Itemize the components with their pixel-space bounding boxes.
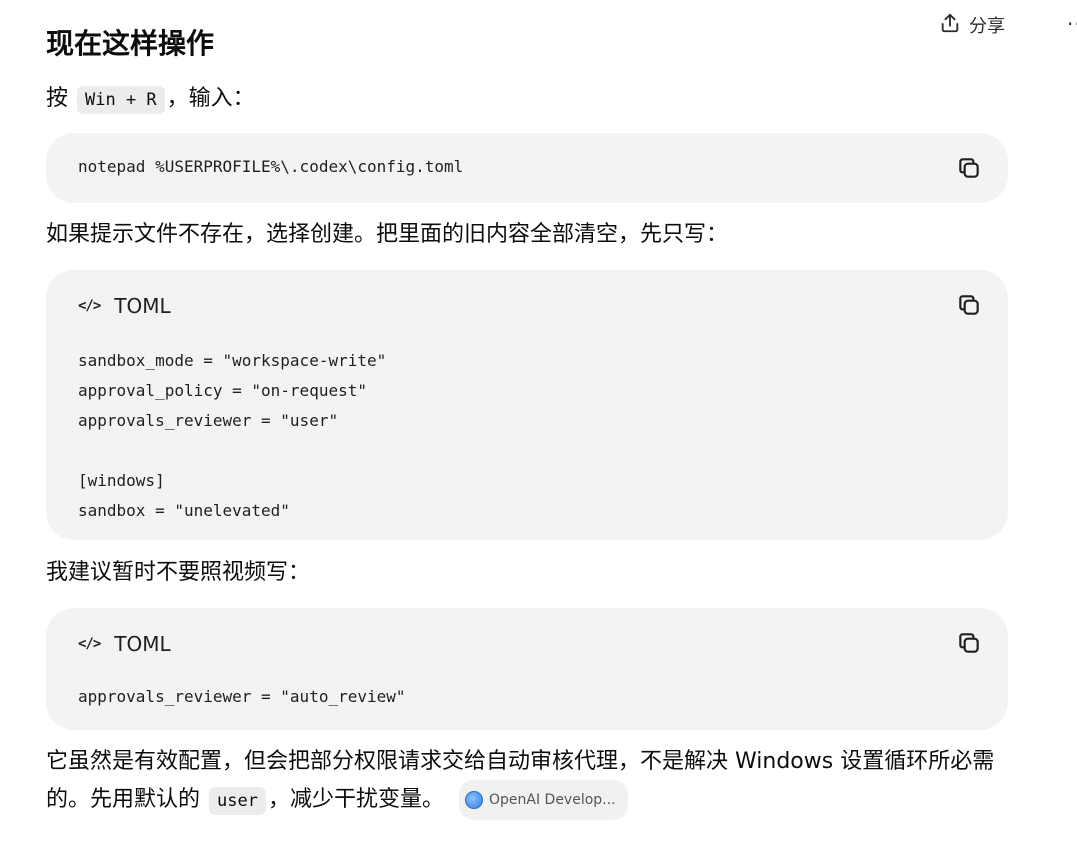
code-language-label: TOML: [114, 294, 171, 318]
code-line: [windows]: [78, 471, 165, 490]
code-line: sandbox_mode = "workspace-write": [78, 351, 387, 370]
step-2-text: 如果提示文件不存在，选择创建。把里面的旧内容全部清空，先只写：: [46, 222, 729, 247]
step-3-text: 我建议暂时不要照视频写：: [46, 560, 311, 585]
code-language-label: TOML: [114, 632, 171, 656]
shortcut-inline-code: Win + R: [77, 86, 165, 114]
code-language-header: </> TOML: [78, 632, 171, 656]
command-code-block: notepad %USERPROFILE%\.codex\config.toml: [46, 133, 1008, 203]
copy-icon[interactable]: [956, 292, 982, 318]
citation-chip[interactable]: OpenAI Develop...: [458, 780, 628, 820]
more-options-button[interactable]: ··: [1067, 12, 1077, 36]
code-line: approvals_reviewer = "auto_review": [78, 687, 406, 706]
copy-icon[interactable]: [956, 630, 982, 656]
citation-label: OpenAI Develop...: [488, 792, 616, 808]
copy-icon[interactable]: [956, 155, 982, 181]
code-language-header: </> TOML: [78, 294, 171, 318]
toml-code-block-2: </> TOML approvals_reviewer = "auto_revi…: [46, 608, 1008, 730]
code-line: approval_policy = "on-request": [78, 381, 367, 400]
step-1-prefix: 按: [46, 86, 69, 111]
step-4-text: 它虽然是有效配置，但会把部分权限请求交给自动审核代理，不是解决 Windows …: [46, 744, 1008, 820]
code-line: approvals_reviewer = "user": [78, 411, 339, 430]
code-lines: sandbox_mode = "workspace-write" approva…: [78, 346, 386, 526]
section-heading: 现在这样操作: [46, 27, 215, 60]
toml-code-block-1: </> TOML sandbox_mode = "workspace-write…: [46, 270, 1008, 540]
user-inline-code: user: [209, 787, 266, 815]
globe-icon: [464, 791, 483, 809]
command-code: notepad %USERPROFILE%\.codex\config.toml: [78, 157, 464, 176]
step-1-suffix: ，输入：: [166, 86, 255, 111]
code-icon: </>: [78, 636, 101, 652]
step-1-text: 按 Win + R ，输入：: [46, 82, 1008, 117]
code-lines: approvals_reviewer = "auto_review": [78, 682, 406, 712]
code-icon: </>: [78, 298, 101, 314]
message-content: 现在这样操作 按 Win + R ，输入： notepad %USERPROFIL…: [46, 22, 1008, 820]
step-4-text-b: ，减少干扰变量。: [267, 787, 444, 812]
code-line: sandbox = "unelevated": [78, 501, 290, 520]
